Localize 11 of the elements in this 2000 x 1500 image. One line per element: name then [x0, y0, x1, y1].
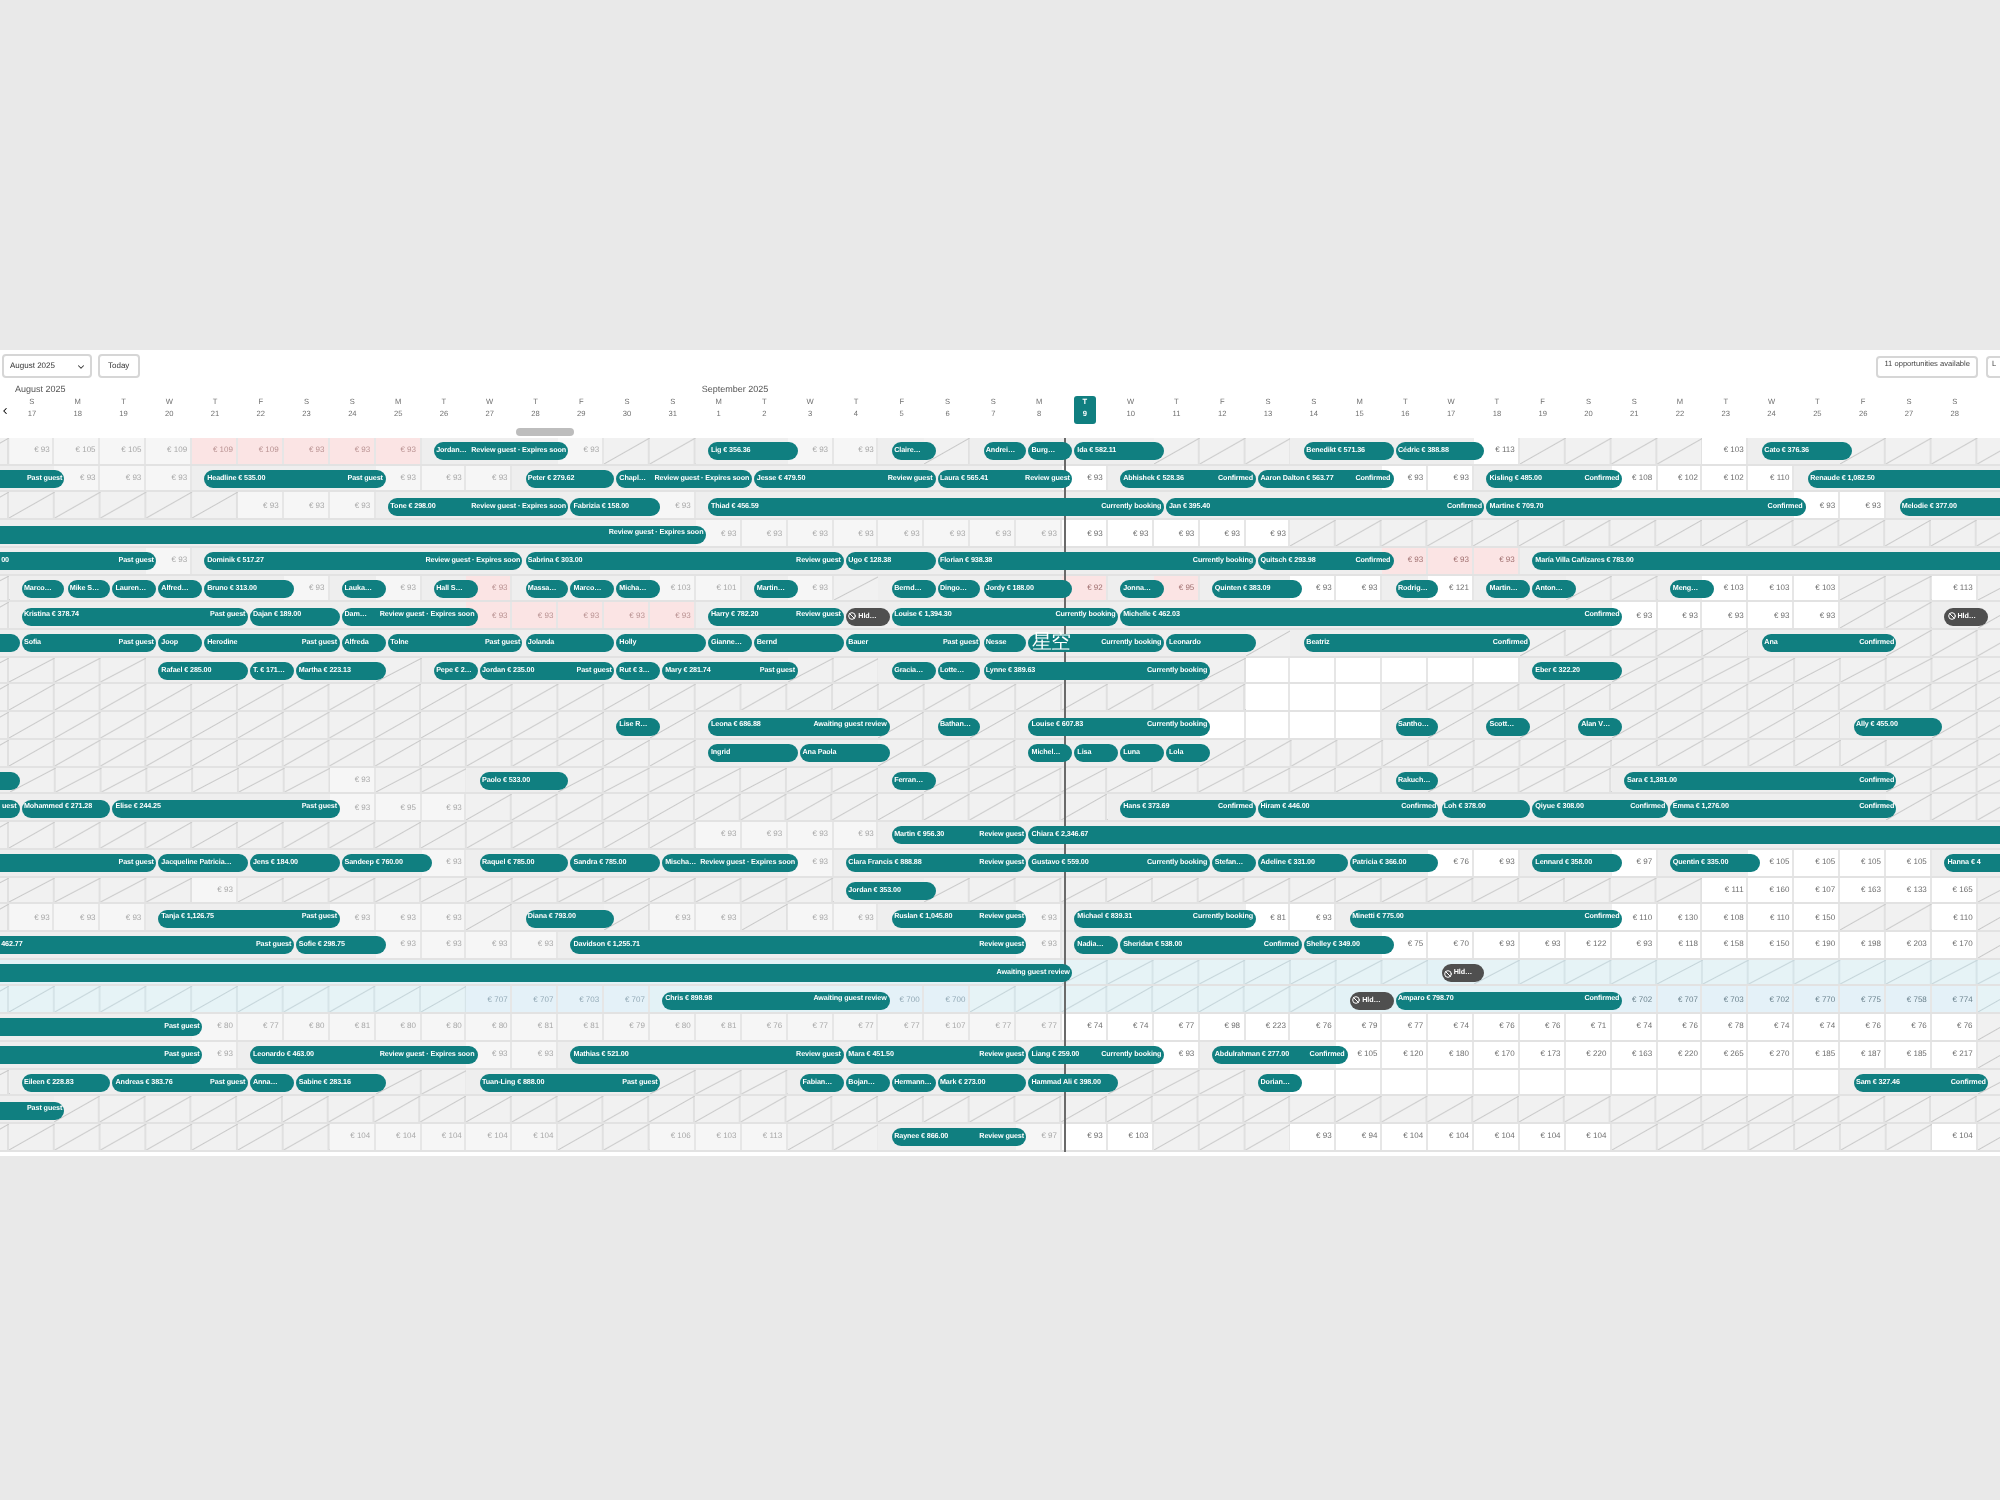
chevron-left-icon: [0, 405, 10, 415]
guest-name: 星空: [1031, 634, 1072, 653]
previous-button[interactable]: [0, 404, 10, 416]
chevron-down-icon: [76, 361, 86, 371]
scrollbar-thumb[interactable]: [516, 428, 574, 436]
blocked-icon: [848, 612, 857, 621]
blocked-icon: [1947, 612, 1956, 621]
blocked-icon: [1352, 996, 1361, 1005]
blocked-icon: [1443, 969, 1452, 978]
booking-bar[interactable]: [0, 772, 20, 791]
booking-bar[interactable]: [0, 634, 20, 653]
